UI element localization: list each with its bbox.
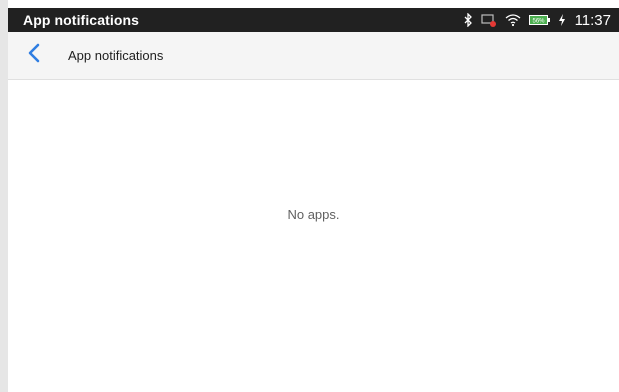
status-time: 11:37: [574, 11, 611, 29]
charging-icon: [558, 14, 565, 26]
cast-icon: [480, 13, 497, 27]
bluetooth-icon: [463, 13, 473, 27]
window-edge: [0, 0, 8, 392]
notifications-list-area: No apps.: [8, 80, 619, 392]
back-button[interactable]: [14, 36, 54, 76]
battery-percent: 56%: [532, 19, 545, 25]
wifi-icon: [505, 13, 521, 27]
battery-icon: 56%: [528, 14, 551, 26]
status-bar-title: App notifications: [23, 12, 140, 28]
chevron-left-icon: [27, 43, 41, 68]
status-bar: App notifications 56% 11:37: [8, 8, 619, 32]
page-title: App notifications: [68, 48, 164, 63]
status-icons: 56% 11:37: [463, 12, 611, 29]
app-toolbar: App notifications: [8, 32, 619, 80]
empty-state-message: No apps.: [287, 207, 340, 222]
app-window: App notifications 56% 11:37 App notifica…: [0, 0, 619, 392]
